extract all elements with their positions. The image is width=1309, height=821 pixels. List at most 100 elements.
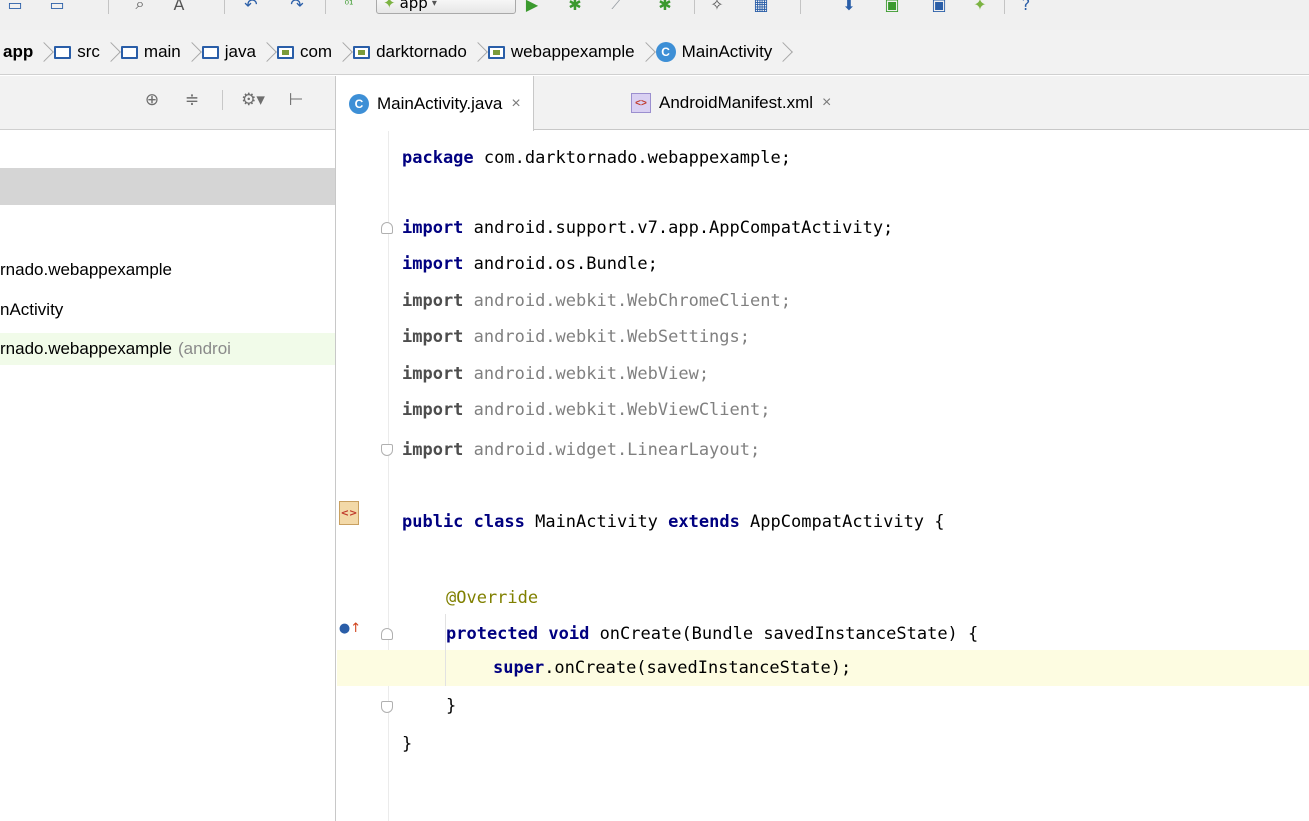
replace-icon[interactable]: A: [166, 0, 192, 14]
code-line-import-unused[interactable]: import android.webkit.WebViewClient;: [402, 392, 770, 428]
tree-item-label: nActivity: [0, 300, 64, 319]
breadcrumb-label: MainActivity: [681, 42, 773, 61]
attach-icon[interactable]: ✧: [704, 0, 730, 14]
tree-item[interactable]: rnado.webappexample (androi: [0, 333, 335, 365]
code-text: }: [402, 734, 413, 754]
avd-manager-icon[interactable]: ⬇: [836, 0, 862, 14]
sdk-manager-icon[interactable]: ▦: [748, 0, 774, 14]
code-line-annotation[interactable]: @Override: [446, 580, 538, 616]
toolbar-separator: [325, 0, 326, 14]
keyword: void: [548, 624, 590, 644]
fold-marker-icon[interactable]: [381, 222, 393, 234]
breadcrumb-item-src[interactable]: src: [48, 30, 106, 74]
code-line-super-call[interactable]: super .onCreate(savedInstanceState);: [493, 650, 851, 686]
code-line-import-unused[interactable]: import android.webkit.WebSettings;: [402, 319, 750, 355]
tab-label: MainActivity.java: [377, 93, 503, 113]
toolbar-separator: [108, 0, 109, 14]
code-text: com.darktornado.webappexample;: [473, 148, 791, 168]
android-manifest-icon[interactable]: <>: [339, 501, 359, 525]
code-line-import-unused[interactable]: import android.widget.LinearLayout;: [402, 432, 760, 468]
structure-icon[interactable]: ▭: [44, 0, 70, 14]
project-panel-header: ⊕ ≑ ⚙▾ ⊢: [0, 76, 335, 130]
code-editor[interactable]: <> ● ↑ package com.darktornado.webappexam…: [337, 131, 1309, 821]
undo-icon[interactable]: ↶: [238, 0, 264, 14]
breadcrumb-separator: [473, 38, 482, 66]
run-configuration-select[interactable]: ✦ app ▾: [376, 0, 516, 14]
breadcrumb-item-mainactivity[interactable]: C MainActivity: [650, 30, 779, 74]
navigation-breadcrumb: app src main java com darktornado webapp…: [0, 30, 1309, 75]
breadcrumb-item-com[interactable]: com: [271, 30, 338, 74]
code-line-import-unused[interactable]: import android.webkit.WebView;: [402, 356, 709, 392]
close-icon[interactable]: ×: [511, 95, 520, 113]
code-text: android.widget.LinearLayout;: [463, 440, 761, 460]
keyword: import: [402, 327, 464, 347]
android-icon: ✦: [383, 0, 396, 12]
redo-icon[interactable]: ↷: [284, 0, 310, 14]
coverage-icon[interactable]: ⟋: [604, 0, 630, 14]
breadcrumb-item-main[interactable]: main: [115, 30, 187, 74]
keyword: extends: [668, 512, 740, 532]
fold-marker-icon[interactable]: [381, 701, 393, 713]
sync-icon[interactable]: ▭: [2, 0, 28, 14]
find-icon[interactable]: ⌕: [128, 0, 152, 14]
code-text: android.webkit.WebView;: [463, 364, 710, 384]
code-line-import-unused[interactable]: import android.webkit.WebChromeClient;: [402, 283, 791, 319]
main-toolbar: ▭ ▭ ⌕ A ↶ ↷ ⁰¹ ✦ app ▾ ▶ ✱ ⟋ ✱ ✧ ▦ ⬇ ▣ ▣…: [0, 0, 1309, 30]
tree-item[interactable]: rnado.webappexample: [0, 254, 335, 286]
tab-androidmanifest-xml[interactable]: <> AndroidManifest.xml ×: [619, 76, 843, 130]
project-structure-icon[interactable]: ▣: [926, 0, 952, 14]
code-line-package[interactable]: package com.darktornado.webappexample;: [402, 140, 791, 176]
code-text: android.webkit.WebChromeClient;: [463, 291, 791, 311]
breadcrumb-label: com: [299, 42, 333, 61]
locate-icon[interactable]: ⊕: [140, 88, 164, 112]
debug-icon[interactable]: ✱: [562, 0, 588, 14]
android-icon[interactable]: ✦: [966, 0, 994, 14]
editor-gutter[interactable]: [337, 131, 388, 821]
breadcrumb-item-java[interactable]: java: [196, 30, 262, 74]
hide-icon[interactable]: ⊢: [284, 88, 308, 112]
breadcrumb-item-darktornado[interactable]: darktornado: [347, 30, 473, 74]
project-tree-selected-row[interactable]: [0, 168, 335, 205]
breadcrumb-label: app: [3, 42, 34, 61]
fold-marker-icon[interactable]: [381, 628, 393, 640]
override-method-icon[interactable]: ● ↑: [339, 619, 361, 637]
profile-icon[interactable]: ✱: [652, 0, 678, 14]
code-line-class-declaration[interactable]: public class MainActivity extends AppCom…: [402, 504, 945, 540]
class-icon: C: [655, 42, 676, 62]
breadcrumb-separator: [641, 38, 650, 66]
code-text: android.webkit.WebSettings;: [463, 327, 750, 347]
code-line-close-class[interactable]: }: [402, 726, 412, 762]
toolbar-separator: [800, 0, 801, 14]
breadcrumb-separator: [106, 38, 115, 66]
fold-marker-icon[interactable]: [381, 444, 393, 456]
device-monitor-icon[interactable]: ▣: [878, 0, 906, 14]
tree-item-label: rnado.webappexample: [0, 339, 173, 358]
tab-mainactivity-java[interactable]: C MainActivity.java ×: [337, 76, 534, 131]
run-icon[interactable]: ▶: [520, 0, 544, 14]
code-line-close-method[interactable]: }: [446, 688, 456, 724]
breadcrumb-label: main: [143, 42, 181, 61]
breadcrumb-separator: [778, 38, 787, 66]
collapse-icon[interactable]: ≑: [180, 88, 204, 112]
breadcrumb-item-webappexample[interactable]: webappexample: [482, 30, 641, 74]
settings-icon[interactable]: ⚙▾: [238, 88, 268, 112]
code-text: onCreate(Bundle savedInstanceState) {: [589, 624, 979, 644]
breadcrumb-separator: [262, 38, 271, 66]
code-line-import[interactable]: import android.support.v7.app.AppCompatA…: [402, 210, 893, 246]
tree-item[interactable]: nActivity: [0, 294, 335, 326]
package-icon: [276, 45, 294, 59]
breadcrumb-separator: [39, 38, 48, 66]
keyword: import: [402, 400, 464, 420]
code-line-method-declaration[interactable]: protected void onCreate(Bundle savedInst…: [446, 616, 978, 652]
code-line-import[interactable]: import android.os.Bundle;: [402, 246, 658, 282]
build-icon[interactable]: ⁰¹: [336, 0, 362, 14]
close-icon[interactable]: ×: [822, 94, 831, 112]
tab-label: AndroidManifest.xml: [659, 93, 814, 112]
code-text: }: [446, 696, 457, 716]
breadcrumb-label: darktornado: [376, 42, 467, 61]
keyword: package: [402, 148, 474, 168]
keyword: import: [402, 291, 464, 311]
header-separator: [222, 90, 223, 110]
help-icon[interactable]: ?: [1016, 0, 1036, 14]
class-name: MainActivity: [524, 512, 669, 532]
